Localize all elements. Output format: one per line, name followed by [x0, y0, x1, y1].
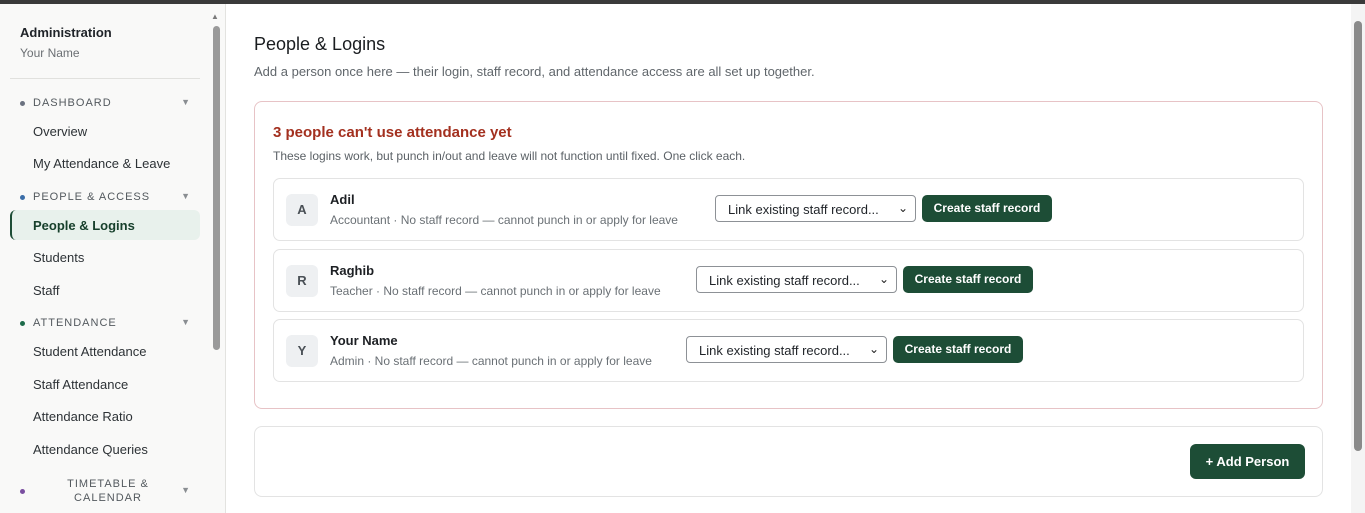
sidebar-item-label: My Attendance & Leave: [33, 156, 171, 171]
section-label: ATTENDANCE: [33, 317, 117, 329]
section-dot-icon: [20, 489, 25, 494]
sidebar-item-label: Staff Attendance: [33, 377, 129, 392]
sidebar-item-overview[interactable]: Overview: [10, 116, 200, 146]
section-dot-icon: [20, 195, 25, 200]
sidebar-item-people-logins[interactable]: People & Logins: [10, 210, 200, 240]
link-staff-record-select[interactable]: Link existing staff record... ⌄: [715, 195, 916, 222]
sidebar-item-attendance-ratio[interactable]: Attendance Ratio: [10, 401, 200, 431]
list-item: A Adil Accountant · No staff record — ca…: [273, 178, 1304, 241]
link-staff-record-select[interactable]: Link existing staff record... ⌄: [696, 266, 897, 293]
sidebar-header: Administration Your Name: [20, 25, 112, 60]
sidebar-item-label: Attendance Queries: [33, 442, 148, 457]
sidebar-user-name: Your Name: [20, 46, 80, 60]
create-staff-record-button[interactable]: Create staff record: [903, 266, 1033, 293]
sidebar-title: Administration: [20, 25, 112, 40]
sidebar-item-label: Overview: [33, 124, 88, 139]
add-person-button[interactable]: + Add Person: [1190, 444, 1305, 479]
sidebar-item-staff-attendance[interactable]: Staff Attendance: [10, 369, 200, 399]
chevron-down-icon: ⌄: [868, 342, 879, 356]
chevron-down-icon: ▼: [181, 317, 190, 327]
sidebar-item-label: People & Logins: [33, 218, 135, 233]
sidebar-item-staff[interactable]: Staff: [10, 275, 200, 305]
page-title: People & Logins: [254, 34, 386, 54]
section-timetable-calendar[interactable]: TIMETABLE & CALENDAR ▼: [10, 475, 200, 507]
section-label: PEOPLE & ACCESS: [33, 191, 151, 203]
avatar: A: [286, 194, 318, 226]
chevron-down-icon: ▼: [181, 97, 190, 107]
sidebar-item-attendance-queries[interactable]: Attendance Queries: [10, 434, 200, 464]
select-value: Link existing staff record...: [728, 202, 879, 217]
person-description: Accountant · No staff record — cannot pu…: [330, 213, 678, 227]
person-description: Admin · No staff record — cannot punch i…: [330, 354, 652, 368]
sidebar-item-label: Students: [33, 250, 85, 265]
sidebar-item-label: Attendance Ratio: [33, 409, 133, 424]
page-subtitle: Add a person once here — their login, st…: [254, 64, 815, 79]
list-item: Y Your Name Admin · No staff record — ca…: [273, 319, 1304, 382]
scroll-up-arrow-icon[interactable]: ▲: [211, 12, 219, 21]
sidebar-scrollbar-thumb[interactable]: [213, 26, 220, 350]
link-staff-record-select[interactable]: Link existing staff record... ⌄: [686, 336, 887, 363]
list-item: R Raghib Teacher · No staff record — can…: [273, 249, 1304, 312]
sidebar-item-student-attendance[interactable]: Student Attendance: [10, 336, 200, 366]
create-staff-record-button[interactable]: Create staff record: [922, 195, 1052, 222]
sidebar-item-students[interactable]: Students: [10, 242, 200, 272]
sidebar-divider: [10, 78, 200, 79]
person-description: Teacher · No staff record — cannot punch…: [330, 284, 661, 298]
alert-title: 3 people can't use attendance yet: [273, 124, 512, 141]
chevron-down-icon: ⌄: [878, 272, 889, 286]
person-name: Raghib: [330, 263, 375, 278]
chevron-down-icon: ⌄: [897, 201, 908, 215]
select-value: Link existing staff record...: [709, 273, 860, 288]
chevron-down-icon: ▼: [181, 485, 190, 495]
section-dot-icon: [20, 321, 25, 326]
sidebar: Administration Your Name DASHBOARD ▼ Ove…: [0, 4, 226, 513]
section-label: DASHBOARD: [33, 97, 112, 109]
attendance-warning-card: 3 people can't use attendance yet These …: [254, 101, 1323, 409]
create-staff-record-button[interactable]: Create staff record: [893, 336, 1023, 363]
section-dashboard[interactable]: DASHBOARD ▼: [10, 93, 200, 113]
section-dot-icon: [20, 101, 25, 106]
section-attendance[interactable]: ATTENDANCE ▼: [10, 313, 200, 333]
sidebar-item-my-attendance-leave[interactable]: My Attendance & Leave: [10, 148, 200, 178]
person-name: Your Name: [330, 333, 398, 348]
person-name: Adil: [330, 192, 355, 207]
sidebar-item-label: Student Attendance: [33, 344, 147, 359]
add-person-card: + Add Person: [254, 426, 1323, 497]
alert-subtitle: These logins work, but punch in/out and …: [273, 149, 746, 163]
avatar: Y: [286, 335, 318, 367]
section-label: TIMETABLE & CALENDAR: [67, 478, 149, 504]
select-value: Link existing staff record...: [699, 343, 850, 358]
avatar: R: [286, 265, 318, 297]
chevron-down-icon: ▼: [181, 191, 190, 201]
page-scrollbar[interactable]: [1351, 4, 1365, 513]
section-people-access[interactable]: PEOPLE & ACCESS ▼: [10, 187, 200, 207]
sidebar-item-label: Staff: [33, 283, 60, 298]
sidebar-scrollbar[interactable]: ▲: [209, 12, 221, 513]
page-scrollbar-thumb[interactable]: [1354, 21, 1362, 451]
